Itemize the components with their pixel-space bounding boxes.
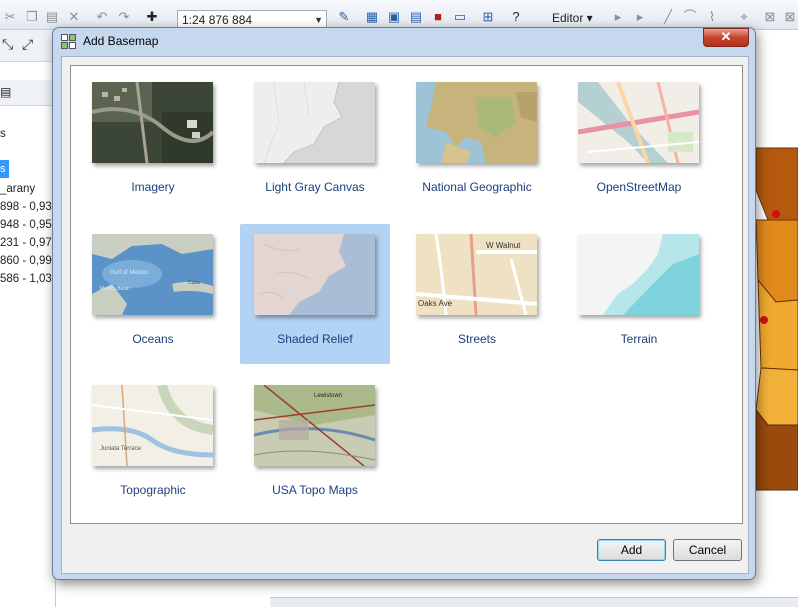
close-icon: ✕ [720, 29, 732, 44]
toc-class-range[interactable]: 231 - 0,976 [0, 237, 58, 249]
edit-annotation-icon[interactable]: ▸ [632, 9, 648, 25]
basemap-tile-oceans[interactable]: Gulf of Mexico Mexico Basin Cuba Oceans [78, 224, 228, 364]
paste-icon[interactable]: ▤ [44, 9, 60, 25]
straight-segment-icon[interactable]: ╱ [660, 9, 676, 25]
dialog-title-bar[interactable]: Add Basemap ✕ [53, 28, 755, 56]
catalog-window-icon[interactable]: ▣ [386, 9, 402, 25]
close-button[interactable]: ✕ [703, 28, 749, 47]
edit-tool-icon[interactable]: ▸ [610, 9, 626, 25]
editor-toolbar-icon[interactable]: ✎ [336, 9, 352, 25]
toc-window-icon[interactable]: ▦ [364, 9, 380, 25]
add-button[interactable]: Add [597, 539, 666, 561]
dialog-title: Add Basemap [83, 34, 159, 48]
add-data-icon[interactable]: ✚ [144, 9, 160, 25]
collapse-icon[interactable]: ⤡ [2, 36, 13, 53]
streets-thumbnail: W Walnut Oaks Ave [416, 234, 537, 315]
basemap-label: Light Gray Canvas [265, 180, 365, 194]
cancel-button[interactable]: Cancel [673, 539, 742, 561]
toc-field-name: _arany [0, 183, 36, 195]
basemap-tile-terrain[interactable]: Terrain [564, 224, 714, 364]
python-window-icon[interactable]: ▭ [452, 9, 468, 25]
usa-topo-map-label: Lewistown [314, 393, 342, 399]
dialog-client-area: Imagery Light Gray Canvas National Geogr… [61, 56, 749, 574]
topographic-map-label: Juniata Terrace [100, 446, 142, 452]
basemap-tile-openstreetmap[interactable]: OpenStreetMap [564, 72, 714, 212]
basemap-gallery: Imagery Light Gray Canvas National Geogr… [70, 65, 743, 524]
cut-polygon-icon[interactable]: ⊠ [782, 9, 798, 25]
basemap-label: Oceans [132, 332, 174, 346]
light-gray-canvas-thumbnail [254, 82, 375, 163]
toc-layer-name[interactable]: s [0, 128, 6, 140]
topographic-thumbnail: Juniata Terrace [92, 385, 213, 466]
streets-map-label: Oaks Ave [418, 299, 453, 308]
basemap-tile-usa-topo-maps[interactable]: Lewistown USA Topo Maps [240, 375, 390, 515]
end-point-arc-icon[interactable]: ⌒ [682, 9, 698, 25]
toc-class-range[interactable]: 898 - 0,933 [0, 201, 58, 213]
oceans-map-label: Cuba [188, 280, 200, 286]
trace-icon[interactable]: ⌇ [704, 9, 720, 25]
toc-class-range[interactable]: 948 - 0,953 [0, 219, 58, 231]
terrain-thumbnail [578, 234, 699, 315]
basemap-label: Imagery [131, 180, 175, 194]
basemap-label: National Geographic [422, 180, 532, 194]
expand-icon[interactable]: ⤢ [22, 36, 33, 53]
basemap-tile-imagery[interactable]: Imagery [78, 72, 228, 212]
shaded-relief-thumbnail [254, 234, 375, 315]
basemap-label: OpenStreetMap [596, 180, 682, 194]
national-geographic-thumbnail [416, 82, 537, 163]
usa-topo-maps-thumbnail: Lewistown [254, 385, 375, 466]
model-builder-icon[interactable]: ⊞ [480, 9, 496, 25]
editor-menu[interactable]: Editor ▾ [552, 11, 593, 25]
basemap-label: Terrain [620, 332, 658, 346]
oceans-map-label: Mexico Basin [100, 286, 130, 292]
map-status-strip [270, 597, 798, 607]
delete-icon[interactable]: ✕ [66, 9, 82, 25]
redo-icon[interactable]: ↷ [116, 9, 132, 25]
basemap-label: Shaded Relief [277, 332, 353, 346]
basemap-icon [61, 34, 76, 49]
basemap-tile-shaded-relief[interactable]: Shaded Relief [240, 224, 390, 364]
toc-class-range[interactable]: 586 - 1,038 [0, 273, 58, 285]
basemap-tile-light-gray-canvas[interactable]: Light Gray Canvas [240, 72, 390, 212]
oceans-thumbnail: Gulf of Mexico Mexico Basin Cuba [92, 234, 213, 315]
what-is-this-icon[interactable]: ? [508, 9, 524, 25]
imagery-thumbnail [92, 82, 213, 163]
streets-map-label: W Walnut [486, 241, 521, 250]
basemap-tile-topographic[interactable]: Juniata Terrace Topographic [78, 375, 228, 515]
table-of-contents [0, 30, 56, 607]
list-by-drawing-order-icon[interactable]: ▤ [0, 85, 11, 99]
basemap-tile-national-geographic[interactable]: National Geographic [402, 72, 552, 212]
toc-class-range[interactable]: 860 - 0,996 [0, 255, 58, 267]
search-window-icon[interactable]: ▤ [408, 9, 424, 25]
arctoolbox-icon[interactable]: ■ [430, 9, 446, 25]
basemap-label: Streets [457, 332, 496, 346]
split-icon[interactable]: ⌖ [736, 9, 752, 25]
main-toolbar: ✂ ❐ ▤ ✕ ↶ ↷ ✚ 1:24 876 884 ▼ ✎ ▦ ▣ ▤ ■ ▭… [0, 0, 798, 30]
reshape-icon[interactable]: ⊠ [762, 9, 778, 25]
openstreetmap-thumbnail [578, 82, 699, 163]
copy-icon[interactable]: ❐ [24, 9, 40, 25]
basemap-tile-streets[interactable]: W Walnut Oaks Ave Streets [402, 224, 552, 364]
scale-value: 1:24 876 884 [182, 13, 253, 27]
oceans-map-label: Gulf of Mexico [110, 270, 149, 276]
cut-icon[interactable]: ✂ [2, 9, 18, 25]
toc-toolbar: ⤡ ⤢ [0, 30, 56, 62]
add-basemap-dialog: Add Basemap ✕ Imagery Light Gray Canvas … [52, 27, 756, 580]
toc-selected-item[interactable]: s [0, 160, 9, 178]
toc-tab-bar: ▤ [0, 80, 56, 106]
basemap-label: USA Topo Maps [272, 483, 358, 497]
undo-icon[interactable]: ↶ [94, 9, 110, 25]
basemap-label: Topographic [120, 483, 186, 497]
